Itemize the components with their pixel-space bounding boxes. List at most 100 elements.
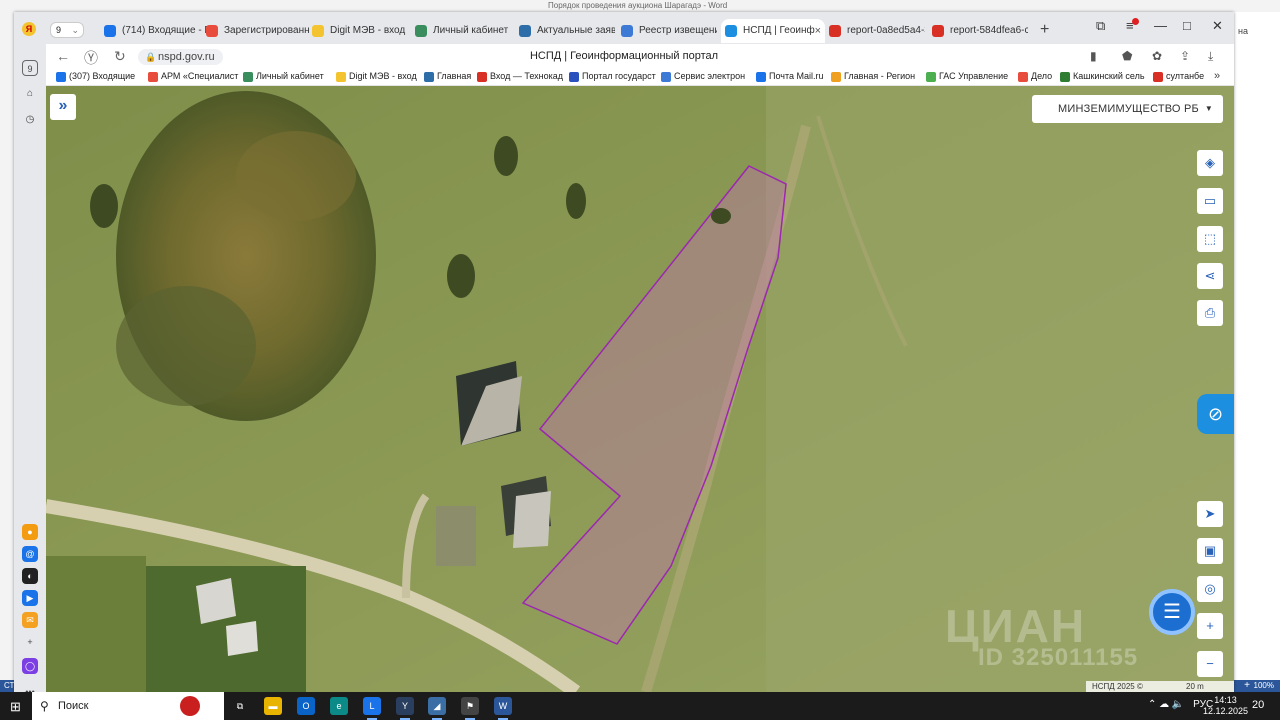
bookmark-item[interactable]: Портал государст bbox=[569, 71, 656, 82]
tray-icons: ⌃ ☁ 🔈 bbox=[1148, 699, 1185, 710]
bookmark-item[interactable]: ГАС Управление bbox=[926, 71, 1008, 82]
lync-icon[interactable]: L bbox=[363, 697, 381, 720]
locate-icon[interactable]: ◎ bbox=[1197, 576, 1223, 602]
app-telemost-icon[interactable]: ▶ bbox=[22, 590, 38, 606]
tab-6[interactable]: Реестр извещени bbox=[617, 19, 717, 43]
tab-counter[interactable]: 9 ⌄ bbox=[50, 22, 84, 38]
notification-dot bbox=[1132, 18, 1139, 25]
tab-count-value: 9 bbox=[56, 25, 62, 35]
tab-label: report-584dfea6-c bbox=[950, 25, 1028, 36]
word-zoom-level[interactable]: 100% bbox=[1254, 681, 1274, 690]
minimize-button[interactable]: — bbox=[1154, 18, 1167, 33]
expand-panel-button[interactable]: » bbox=[50, 94, 76, 120]
outlook-icon[interactable]: O bbox=[297, 697, 315, 715]
edge-icon[interactable]: e bbox=[330, 697, 348, 715]
bookmark-item[interactable]: Digit МЭВ - вход bbox=[336, 71, 417, 82]
bookmark-favicon-icon bbox=[1153, 72, 1163, 82]
bookmark-item[interactable]: Дело bbox=[1018, 71, 1052, 82]
taskbar-search[interactable]: ⚲ Поиск bbox=[32, 692, 224, 720]
chat-button[interactable]: ☰ bbox=[1149, 589, 1195, 635]
explorer-icon[interactable]: ▬ bbox=[264, 697, 282, 715]
search-placeholder: Поиск bbox=[58, 700, 89, 712]
extension-icon[interactable]: ✿ bbox=[1152, 49, 1162, 63]
word-zoom-in-button[interactable]: + bbox=[1244, 680, 1250, 691]
gosuslugi-icon bbox=[415, 25, 427, 37]
yandex-browser-icon[interactable]: Y bbox=[396, 697, 414, 720]
print-icon[interactable]: ⎙ bbox=[1197, 300, 1223, 326]
navigate-icon[interactable]: ➤ bbox=[1197, 501, 1223, 527]
bookmark-item[interactable]: Личный кабинет bbox=[243, 71, 324, 82]
bookmark-label: Вход — Технокад bbox=[490, 71, 564, 81]
maximize-button[interactable]: □ bbox=[1183, 18, 1191, 33]
layer-selector-label: МИНЗЕМИМУЩЕСТВО РБ bbox=[1058, 103, 1199, 115]
chevron-down-icon: ⌄ bbox=[71, 25, 79, 35]
ruler-icon[interactable]: ▭ bbox=[1197, 188, 1223, 214]
word-icon[interactable]: W bbox=[494, 697, 512, 720]
map-view[interactable]: » МИНЗЕМИМУЩЕСТВО РБ ▼ ◈ ▭ ⬚ ⋖ ⎙ ➤ ▣ ◎ + − ⊘ ЦИА… bbox=[46, 86, 1234, 692]
bookmarks-more-button[interactable]: » bbox=[1214, 70, 1220, 82]
poinsettia-icon bbox=[180, 696, 200, 716]
close-tab-icon[interactable]: × bbox=[815, 19, 821, 43]
download-icon[interactable]: ⤓ bbox=[1208, 49, 1213, 64]
bookmark-favicon-icon bbox=[1060, 72, 1070, 82]
close-window-button[interactable]: ✕ bbox=[1212, 18, 1223, 34]
clock[interactable]: 14:13 12.12.2025 bbox=[1203, 695, 1248, 717]
bookmark-item[interactable]: (307) Входящие bbox=[56, 71, 135, 82]
bookmark-item[interactable]: АРМ «Специалист bbox=[148, 71, 238, 82]
scanner-icon[interactable]: ◢ bbox=[428, 697, 446, 720]
yandex-icon bbox=[206, 25, 218, 37]
layers-icon[interactable]: ◈ bbox=[1197, 150, 1223, 176]
notification-center-icon[interactable]: 20 bbox=[1252, 699, 1264, 711]
history-icon[interactable]: ◷ bbox=[22, 112, 38, 128]
task-view-icon[interactable]: ⧉ bbox=[231, 697, 249, 715]
zoom-out-icon[interactable]: − bbox=[1197, 651, 1223, 677]
tab-4[interactable]: Личный кабинет bbox=[411, 19, 511, 43]
new-tab-button[interactable]: + bbox=[1040, 21, 1049, 39]
share-icon[interactable]: ⋖ bbox=[1197, 263, 1223, 289]
app-post-icon[interactable]: ✉ bbox=[22, 612, 38, 628]
bookmark-favicon-icon bbox=[477, 72, 487, 82]
tab-8[interactable]: report-0a8ed5a4-3 bbox=[825, 19, 925, 43]
bookmark-item[interactable]: Кашкинский сель bbox=[1060, 71, 1145, 82]
app-messenger-icon[interactable]: ◐ bbox=[22, 568, 38, 584]
collections-icon[interactable]: ⌂ bbox=[22, 86, 38, 102]
alice-icon[interactable]: ◯ bbox=[22, 658, 38, 674]
bookmark-item[interactable]: Главная bbox=[424, 71, 472, 82]
bookmark-item[interactable]: Сервис электрон bbox=[661, 71, 745, 82]
add-app-icon[interactable]: + bbox=[22, 634, 38, 650]
bookmark-item[interactable]: Главная - Регион bbox=[831, 71, 915, 82]
tab-7[interactable]: НСПД | Геоинф × bbox=[721, 19, 825, 43]
bookmark-item[interactable]: Вход — Технокад bbox=[477, 71, 564, 82]
app-mail-icon[interactable]: @ bbox=[22, 546, 38, 562]
layer-selector-dropdown[interactable]: МИНЗЕМИМУЩЕСТВО РБ ▼ bbox=[1032, 95, 1223, 123]
bookmark-label: Главная bbox=[437, 71, 472, 81]
select-area-icon[interactable]: ⬚ bbox=[1197, 226, 1223, 252]
tab-9[interactable]: report-584dfea6-c bbox=[928, 19, 1028, 43]
bookmarks-bar: (307) Входящие АРМ «Специалист Личный каби… bbox=[14, 70, 1234, 86]
tab-1[interactable]: (714) Входящие - Г bbox=[100, 19, 210, 43]
side-panel-toggle[interactable]: ⊘ bbox=[1197, 394, 1234, 434]
tab-2[interactable]: Зарегистрированн bbox=[202, 19, 312, 43]
windows-start-icon[interactable]: ⊞ bbox=[10, 699, 21, 715]
word-status-left: СТ bbox=[4, 681, 15, 690]
collections-button[interactable]: ⧉ bbox=[1096, 18, 1105, 34]
tabs-counter-icon[interactable]: 9 bbox=[22, 60, 38, 76]
doc-icon bbox=[519, 25, 531, 37]
watermark-id: ID 325011155 bbox=[978, 644, 1139, 671]
minimap-icon[interactable]: ▣ bbox=[1197, 538, 1223, 564]
share-page-icon[interactable]: ⇪ bbox=[1180, 49, 1190, 63]
tab-label: report-0a8ed5a4-3 bbox=[847, 25, 925, 36]
docs-icon[interactable]: ⚑ bbox=[461, 697, 479, 720]
bookmark-item[interactable]: султанбе bbox=[1153, 71, 1204, 82]
tab-3[interactable]: Digit МЭВ - вход bbox=[308, 19, 406, 43]
bookmark-item[interactable]: Почта Mail.ru bbox=[756, 71, 824, 82]
tab-5[interactable]: Актуальные заявл bbox=[515, 19, 615, 43]
zoom-in-icon[interactable]: + bbox=[1197, 613, 1223, 639]
bookmark-icon[interactable]: ▮ bbox=[1090, 49, 1097, 63]
yandex-menu-icon[interactable]: Я bbox=[22, 22, 36, 36]
bookmark-favicon-icon bbox=[831, 72, 841, 82]
windows-taskbar: ⊞ ⚲ Поиск ⧉ ▬ Oe L Y ◢ ⚑ W ⌃ ☁ 🔈 РУС 14:13 12.1… bbox=[0, 692, 1280, 720]
shield-icon[interactable]: ⬟ bbox=[1122, 49, 1132, 63]
mail-icon bbox=[104, 25, 116, 37]
app-cloud-icon[interactable]: ● bbox=[22, 524, 38, 540]
